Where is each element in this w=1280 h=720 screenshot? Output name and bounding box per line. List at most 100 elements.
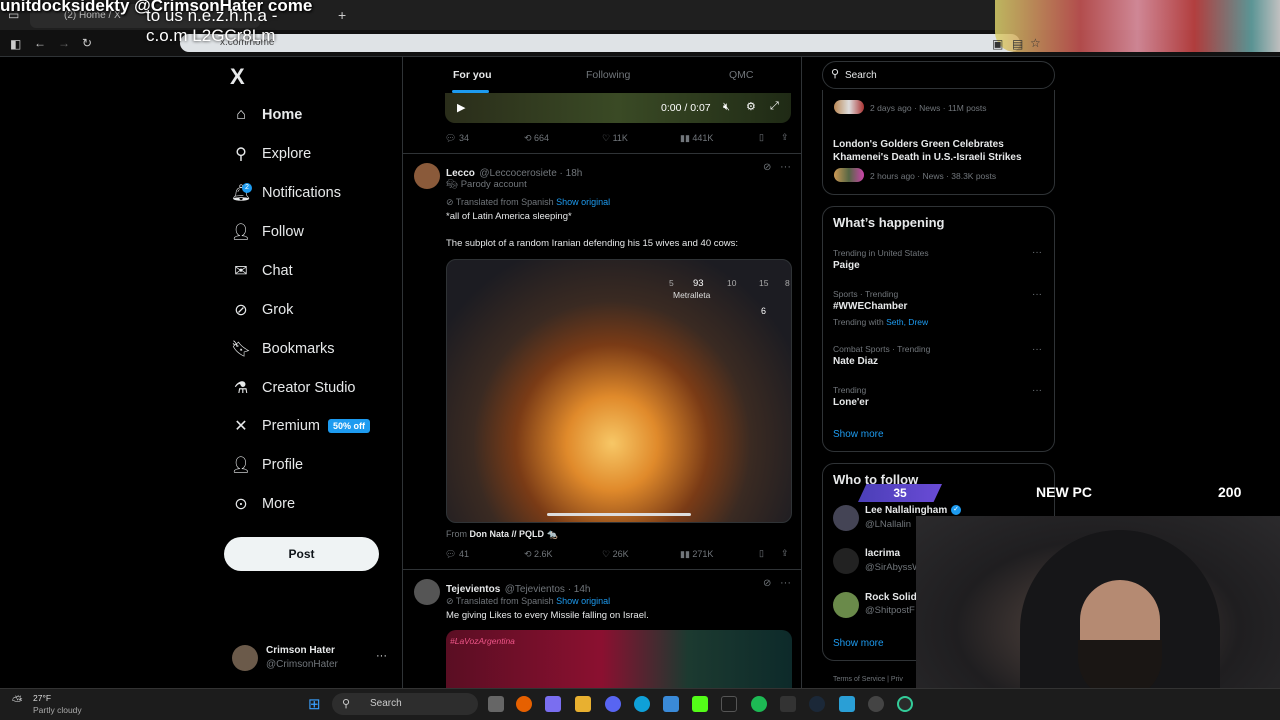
- trend-name-2[interactable]: #WWEChamber: [833, 301, 907, 312]
- settings-gear-icon[interactable]: ⚙: [746, 100, 756, 113]
- sidebar-icon[interactable]: ◧: [10, 37, 21, 51]
- url-field[interactable]: x.com/home: [180, 34, 1020, 52]
- show-original-link[interactable]: Show original: [556, 197, 610, 207]
- favorite-star-icon[interactable]: ☆: [1030, 36, 1041, 50]
- tweet1-handle[interactable]: @Leccocerosiete · 18h: [479, 168, 582, 179]
- new-tab-button[interactable]: +: [338, 7, 346, 23]
- news-title-2[interactable]: London's Golders Green Celebrates Khamen…: [833, 138, 1043, 164]
- tweet1-video[interactable]: 93 Metralleta 5 10 15 8 6: [446, 259, 792, 523]
- pen-app-icon[interactable]: [780, 696, 796, 712]
- trend-more-icon[interactable]: ···: [1032, 247, 1042, 258]
- media-source[interactable]: Don Nata // PQLD 🐀: [470, 529, 558, 539]
- tab-for-you[interactable]: For you: [453, 69, 492, 81]
- refresh-icon[interactable]: ↻: [82, 36, 92, 50]
- play-icon[interactable]: ▶: [457, 101, 465, 114]
- tweet2-author[interactable]: Tejevientos: [446, 584, 500, 595]
- taskbar-search[interactable]: Search: [332, 693, 478, 715]
- nav-bookmarks[interactable]: 🔖︎ Bookmarks: [230, 334, 335, 364]
- nav-premium[interactable]: ✕ Premium 50% off: [230, 411, 371, 441]
- like-button[interactable]: ♡ 11K: [602, 133, 628, 144]
- follow-avatar-1[interactable]: [833, 505, 859, 531]
- weather-desc[interactable]: Partly cloudy: [33, 705, 82, 715]
- edge-icon[interactable]: [634, 696, 650, 712]
- grok-analyze-icon[interactable]: ⊘: [763, 578, 771, 589]
- account-name[interactable]: Crimson Hater: [266, 645, 335, 656]
- app-icon[interactable]: [897, 696, 913, 712]
- like-button[interactable]: ♡ 26K: [602, 549, 629, 560]
- back-icon[interactable]: ←: [34, 36, 46, 50]
- reply-button[interactable]: 💬︎ 34: [445, 133, 469, 144]
- nav-creator-studio[interactable]: ⚗ Creator Studio: [230, 373, 356, 403]
- tab-following[interactable]: Following: [586, 69, 630, 81]
- repost-button[interactable]: ⟲ 2.6K: [524, 549, 553, 560]
- copilot-icon[interactable]: [545, 696, 561, 712]
- obs-icon[interactable]: [868, 696, 884, 712]
- weather-icon[interactable]: ⛅︎: [12, 693, 22, 709]
- share-icon[interactable]: ⇪: [781, 132, 789, 143]
- repost-button[interactable]: ⟲ 664: [524, 133, 549, 144]
- show-more-trends-link[interactable]: Show more: [833, 429, 884, 440]
- terminal-icon[interactable]: [721, 696, 737, 712]
- firefox-icon[interactable]: [516, 696, 532, 712]
- screenshot-icon[interactable]: ▤: [1012, 37, 1023, 51]
- task-view-icon[interactable]: [488, 696, 504, 712]
- follow-avatar-3[interactable]: [833, 592, 859, 618]
- spotify-icon[interactable]: [751, 696, 767, 712]
- views-button[interactable]: ▮▮ 441K: [680, 133, 713, 144]
- trend-name-1[interactable]: Paige: [833, 260, 860, 271]
- video-player-top[interactable]: [445, 93, 791, 123]
- tweet2-handle[interactable]: @Tejevientos · 14h: [505, 584, 591, 595]
- nav-explore[interactable]: ⚲ Explore: [230, 139, 311, 169]
- bookmark-icon[interactable]: ▯: [759, 548, 764, 559]
- video-progress-bar[interactable]: [547, 513, 691, 516]
- follow-name-3[interactable]: Rock Solid: [865, 592, 917, 603]
- tweet1-avatar[interactable]: [414, 163, 440, 189]
- weather-temp[interactable]: 27°F: [33, 693, 51, 703]
- nav-profile[interactable]: 👤︎ Profile: [230, 450, 303, 480]
- telegram-icon[interactable]: [839, 696, 855, 712]
- account-avatar[interactable]: [232, 645, 258, 671]
- fullscreen-icon[interactable]: ⤢: [770, 100, 779, 113]
- nav-follow[interactable]: 👤︎ Follow: [230, 217, 304, 247]
- nav-grok[interactable]: ⊘ Grok: [230, 295, 293, 325]
- discord-icon[interactable]: [605, 696, 621, 712]
- show-original-link[interactable]: Show original: [556, 596, 610, 606]
- views-button[interactable]: ▮▮ 271K: [680, 549, 713, 560]
- mute-icon[interactable]: 🔇︎: [723, 101, 730, 114]
- follow-name-1[interactable]: Lee Nallalingham: [865, 505, 947, 516]
- trend-more-icon[interactable]: ···: [1032, 289, 1042, 300]
- file-explorer-icon[interactable]: [575, 696, 591, 712]
- tweet2-avatar[interactable]: [414, 579, 440, 605]
- tab-qmc[interactable]: QMC: [729, 69, 754, 81]
- trend-name-3[interactable]: Nate Diaz: [833, 356, 878, 367]
- account-more-icon[interactable]: ···: [376, 650, 387, 662]
- show-more-follow-link[interactable]: Show more: [833, 638, 884, 649]
- nav-home[interactable]: ⌂ Home: [230, 100, 302, 130]
- kick-icon[interactable]: [692, 696, 708, 712]
- post-button[interactable]: Post: [224, 537, 379, 571]
- share-icon[interactable]: ⇪: [781, 548, 789, 559]
- forward-icon[interactable]: →: [58, 36, 70, 50]
- trend-more-icon[interactable]: ···: [1032, 344, 1042, 355]
- bookmark-icon[interactable]: ▯: [759, 132, 764, 143]
- trend-with-names[interactable]: Seth, Drew: [886, 317, 928, 327]
- follow-name-2[interactable]: lacrima: [865, 548, 900, 559]
- trend-name-4[interactable]: Lone'er: [833, 397, 869, 408]
- reply-button[interactable]: 💬︎ 41: [445, 549, 469, 560]
- search-input[interactable]: Search: [822, 61, 1055, 89]
- grok-analyze-icon[interactable]: ⊘: [763, 162, 771, 173]
- nav-more[interactable]: ⊙ More: [230, 489, 295, 519]
- timeline[interactable]: ▶ 0:00 / 0:07 🔇︎ ⚙ ⤢ For you Following Q…: [402, 57, 802, 688]
- tweet-more-icon[interactable]: ···: [780, 161, 791, 173]
- store-icon[interactable]: [663, 696, 679, 712]
- terms-link[interactable]: Terms of Service | Priv: [833, 676, 903, 683]
- tweet2-media[interactable]: #LaVozArgentina: [446, 630, 792, 688]
- follow-avatar-2[interactable]: [833, 548, 859, 574]
- steam-icon[interactable]: [809, 696, 825, 712]
- nav-chat[interactable]: ✉ Chat: [230, 256, 292, 286]
- trend-more-icon[interactable]: ···: [1032, 385, 1042, 396]
- extension-icon[interactable]: ▣: [992, 37, 1003, 51]
- windows-start-icon[interactable]: ⊞: [308, 695, 321, 713]
- tweet1-author[interactable]: Lecco: [446, 168, 475, 179]
- x-logo[interactable]: X: [230, 64, 245, 90]
